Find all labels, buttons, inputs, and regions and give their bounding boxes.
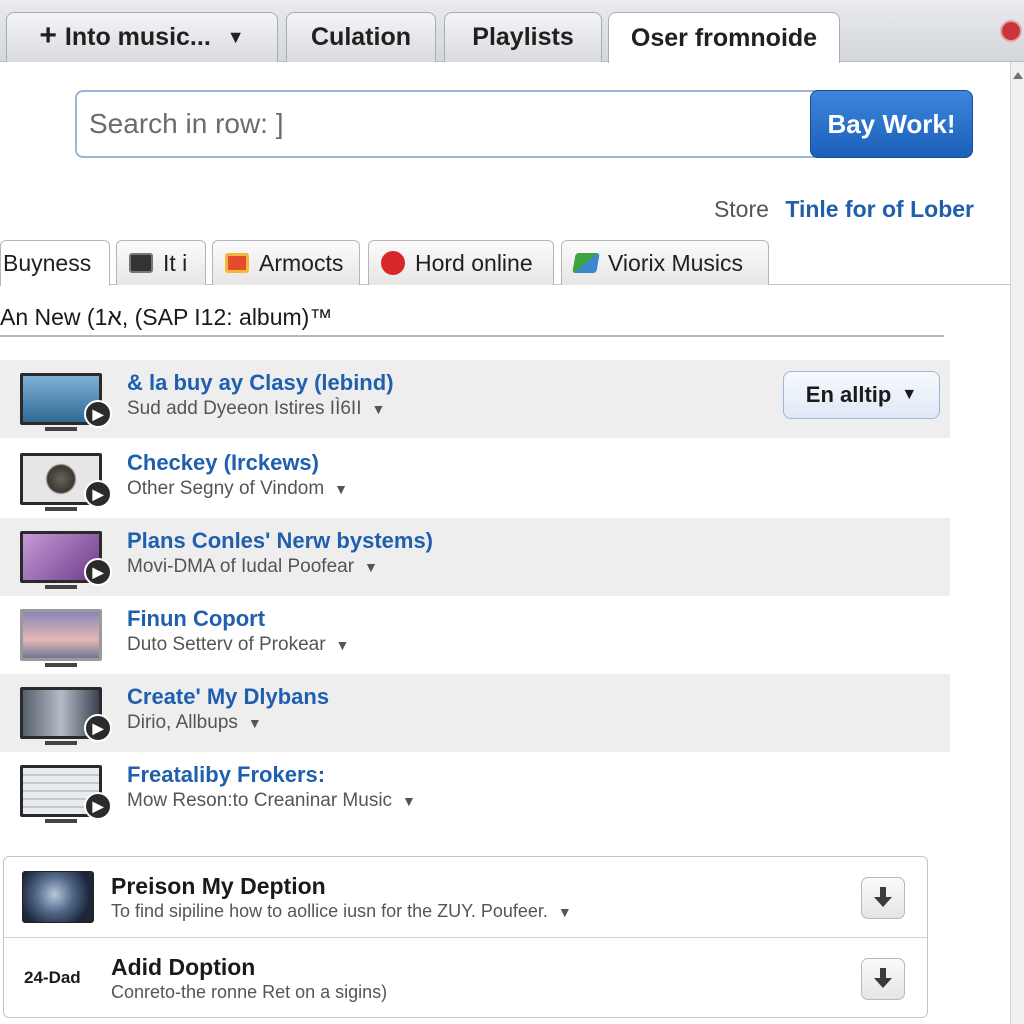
chevron-down-icon[interactable]: ▼ [558,904,572,920]
plus-icon: + [39,19,57,52]
section-divider [0,335,944,337]
subtitle-text: Other Segny of Vindom [127,478,325,499]
sub-tab-label: Hord online [415,249,533,276]
search-bar: Bay Work! [75,90,973,158]
chevron-down-icon[interactable]: ▼ [364,559,378,575]
chevron-down-icon[interactable]: ▼ [336,637,350,653]
store-link[interactable]: Tinle for of Lober [785,196,974,222]
download-button[interactable] [861,877,905,919]
scroll-up-icon[interactable] [1013,72,1023,79]
card-subtitle: Conreto-the ronne Ret on a sigins) [111,982,388,1002]
list-item-subtitle: Other Segny of Vindom ▼ [127,478,348,500]
tab-into-music[interactable]: + Into music... ▼ [6,12,278,62]
list-item-title[interactable]: Finun Coport [127,606,265,632]
list-item-title[interactable]: & la buy ay Clasy (lebind) [127,370,394,396]
list-item-subtitle: Sud add Dyeeon Istires IÌ6II ▼ [127,398,385,420]
video-thumbnail [20,609,102,667]
list-item-subtitle: Mow Reson:to Creaninar Music ▼ [127,790,416,812]
card-row[interactable]: 24-Dad Adid Doption Conreto-the ronne Re… [4,937,927,1017]
top-tab-strip: + Into music... ▼ Culation Playlists Ose… [0,0,1024,63]
tab-label: Into music... [64,23,211,51]
list-item-title[interactable]: Create' My Dlybans [127,684,329,710]
list-item[interactable]: Finun Coport Duto Setterv of Prokear ▼ [0,596,950,674]
list-item[interactable]: ▶ Create' My Dlybans Dirio, Allbups ▼ [0,674,950,752]
play-icon[interactable]: ▶ [84,714,112,742]
chevron-down-icon[interactable]: ▼ [371,401,385,417]
card-title: Adid Doption [111,954,256,980]
vertical-scrollbar[interactable] [1010,62,1024,1024]
list-item[interactable]: ▶ Plans Conles' Nerw bystems) Movi-DMA o… [0,518,950,596]
list-item-title[interactable]: Checkey (Irckews) [127,450,319,476]
store-line: Store Tinle for of Lober [714,196,974,223]
card-row[interactable]: Preison My Deption To find sipiline how … [4,857,927,937]
sub-tab-armocts[interactable]: Armocts [212,240,360,285]
chevron-down-icon[interactable]: ▼ [402,793,416,809]
play-icon[interactable]: ▶ [84,792,112,820]
list-item-subtitle: Movi-DMA of Iudal Poofear ▼ [127,556,378,578]
sub-tab-viorix-musics[interactable]: Viorix Musics [561,240,769,285]
list-item-subtitle: Dirio, Allbups ▼ [127,712,262,734]
card-label: 24-Dad [24,968,81,987]
play-icon[interactable]: ▶ [84,558,112,586]
row-dropdown-button[interactable]: En alltip ▼ [783,371,940,419]
search-button[interactable]: Bay Work! [810,90,973,158]
tab-label: Playlists [472,23,574,51]
search-input[interactable] [89,102,789,146]
monitor-icon [129,253,153,273]
subtitle-text: Sud add Dyeeon Istires IÌ6II [127,398,362,419]
sub-tab-buyness[interactable]: Buyness [0,240,110,286]
tab-playlists[interactable]: Playlists [444,12,602,62]
tab-label: Culation [311,23,411,51]
card-title: Preison My Deption [111,873,326,899]
chevron-down-icon[interactable]: ▼ [334,481,348,497]
sub-tab-label: Armocts [259,249,344,276]
sub-tab-label: It i [163,249,188,276]
subtitle-text: Mow Reson:to Creaninar Music [127,790,393,811]
tab-culation[interactable]: Culation [286,12,436,62]
store-label: Store [713,196,769,222]
download-button[interactable] [861,958,905,1000]
tab-oser-fromnoide[interactable]: Oser fromnoide [608,12,840,63]
tab-label: Oser fromnoide [630,23,818,52]
list-item[interactable]: ▶ Checkey (Irckews) Other Segny of Vindo… [0,440,950,518]
subtitle-text: To find sipiline how to aollice iusn for… [111,901,548,921]
subtitle-text: Duto Setterv of Prokear [127,634,326,655]
chevron-down-icon: ▼ [226,27,245,47]
chevron-down-icon[interactable]: ▼ [248,715,262,731]
list-item[interactable]: ▶ & la buy ay Clasy (lebind) Sud add Dye… [0,360,950,438]
dropdown-label: En alltip [805,382,892,407]
list-item-subtitle: Duto Setterv of Prokear ▼ [127,634,349,656]
card-subtitle: To find sipiline how to aollice iusn for… [111,901,572,922]
sub-tab-hord-online[interactable]: Hord online [368,240,554,285]
download-icon [872,887,894,909]
subtitle-text: Dirio, Allbups [127,712,238,733]
chevron-down-icon: ▼ [901,386,918,403]
section-heading: An New (א1, (SAP I12: album)™ [0,304,333,330]
box-icon [225,253,249,273]
green-diamond-icon [572,253,600,273]
download-card: Preison My Deption To find sipiline how … [3,856,928,1018]
sub-tab-label: Viorix Musics [608,249,744,276]
list-item[interactable]: ▶ Freataliby Frokers: Mow Reson:to Crean… [0,752,950,830]
list-item-title[interactable]: Freataliby Frokers: [127,762,325,788]
sub-tab-it-i[interactable]: It i [116,240,206,285]
play-icon[interactable]: ▶ [84,400,112,428]
subtitle-text: Movi-DMA of Iudal Poofear [127,556,355,577]
red-circle-icon [381,251,405,275]
download-icon [872,968,894,990]
list-item-title[interactable]: Plans Conles' Nerw bystems) [127,528,433,554]
card-thumbnail [22,871,94,923]
sub-tab-label: Buyness [3,250,92,276]
close-icon[interactable] [1000,20,1022,42]
play-icon[interactable]: ▶ [84,480,112,508]
